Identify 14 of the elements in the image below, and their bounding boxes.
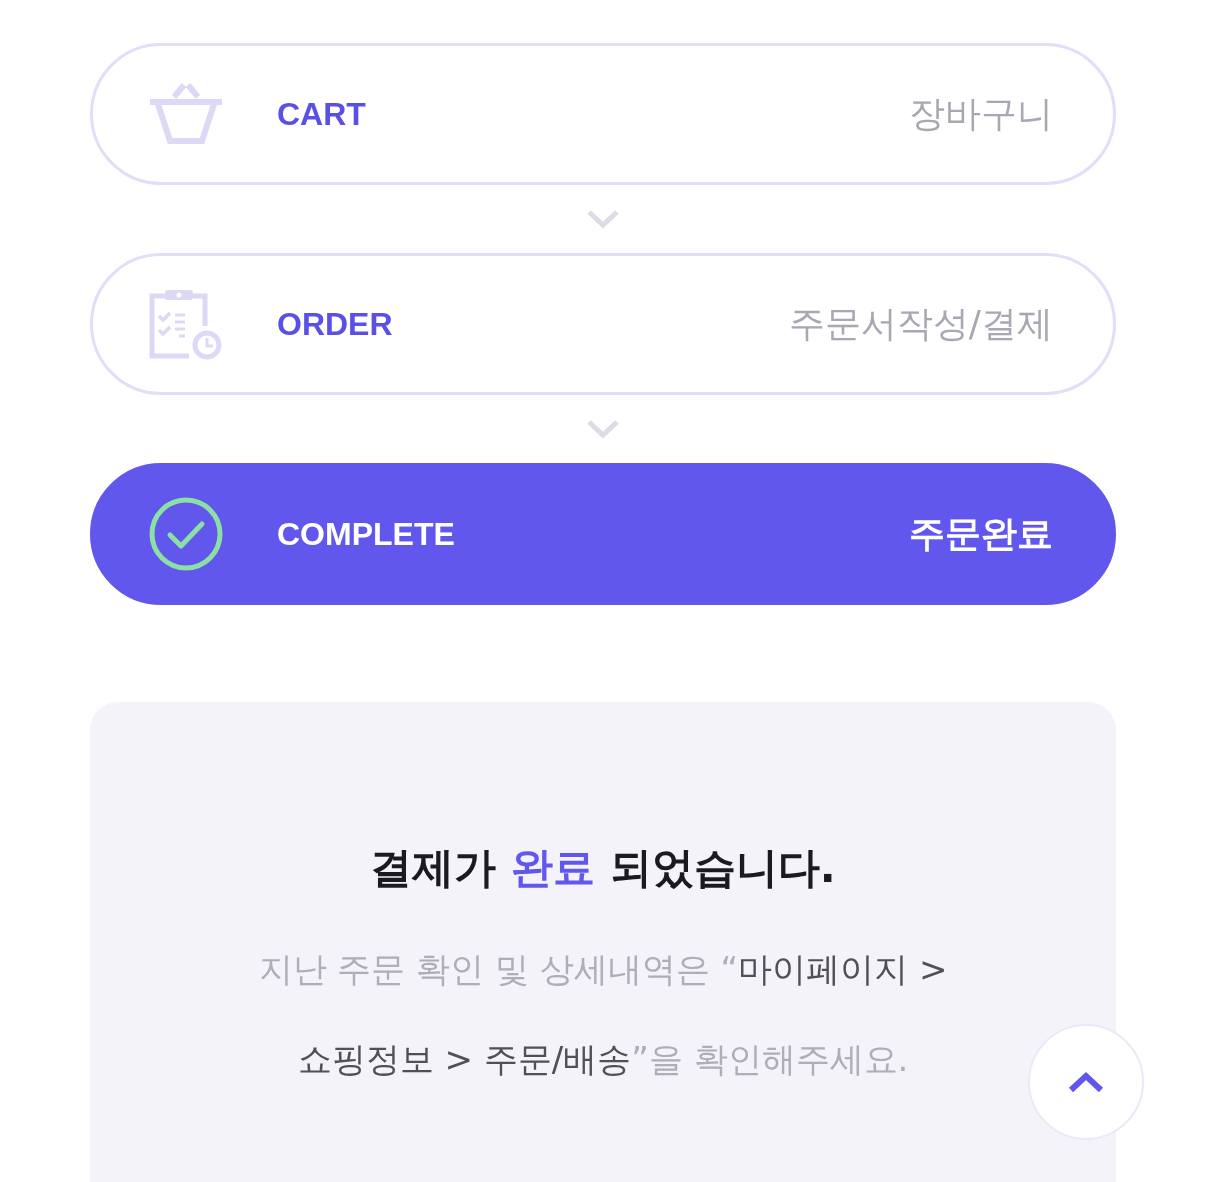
chevron-up-icon: [1068, 1071, 1104, 1093]
instruction-text: 지난 주문 확인 및 상세내역은 “마이페이지 > 쇼핑정보 > 주문/배송”을 확인해주세요.: [257, 948, 949, 1081]
step-label: COMPLETE: [277, 515, 456, 553]
step-label: CART: [277, 95, 367, 133]
step-caption: 주문완료: [909, 511, 1053, 556]
step-caption: 주문서작성/결제: [788, 301, 1053, 346]
step-label: ORDER: [277, 305, 394, 343]
clipboard-clock-icon: [149, 288, 223, 360]
step-caption: 장바구니: [909, 91, 1053, 136]
chevron-down-icon: [586, 209, 620, 229]
basket-icon: [150, 83, 222, 145]
chevron-down-icon: [586, 419, 620, 439]
check-circle-icon: [149, 497, 223, 571]
success-heading: 결제가 완료 되었습니다.: [370, 842, 836, 894]
